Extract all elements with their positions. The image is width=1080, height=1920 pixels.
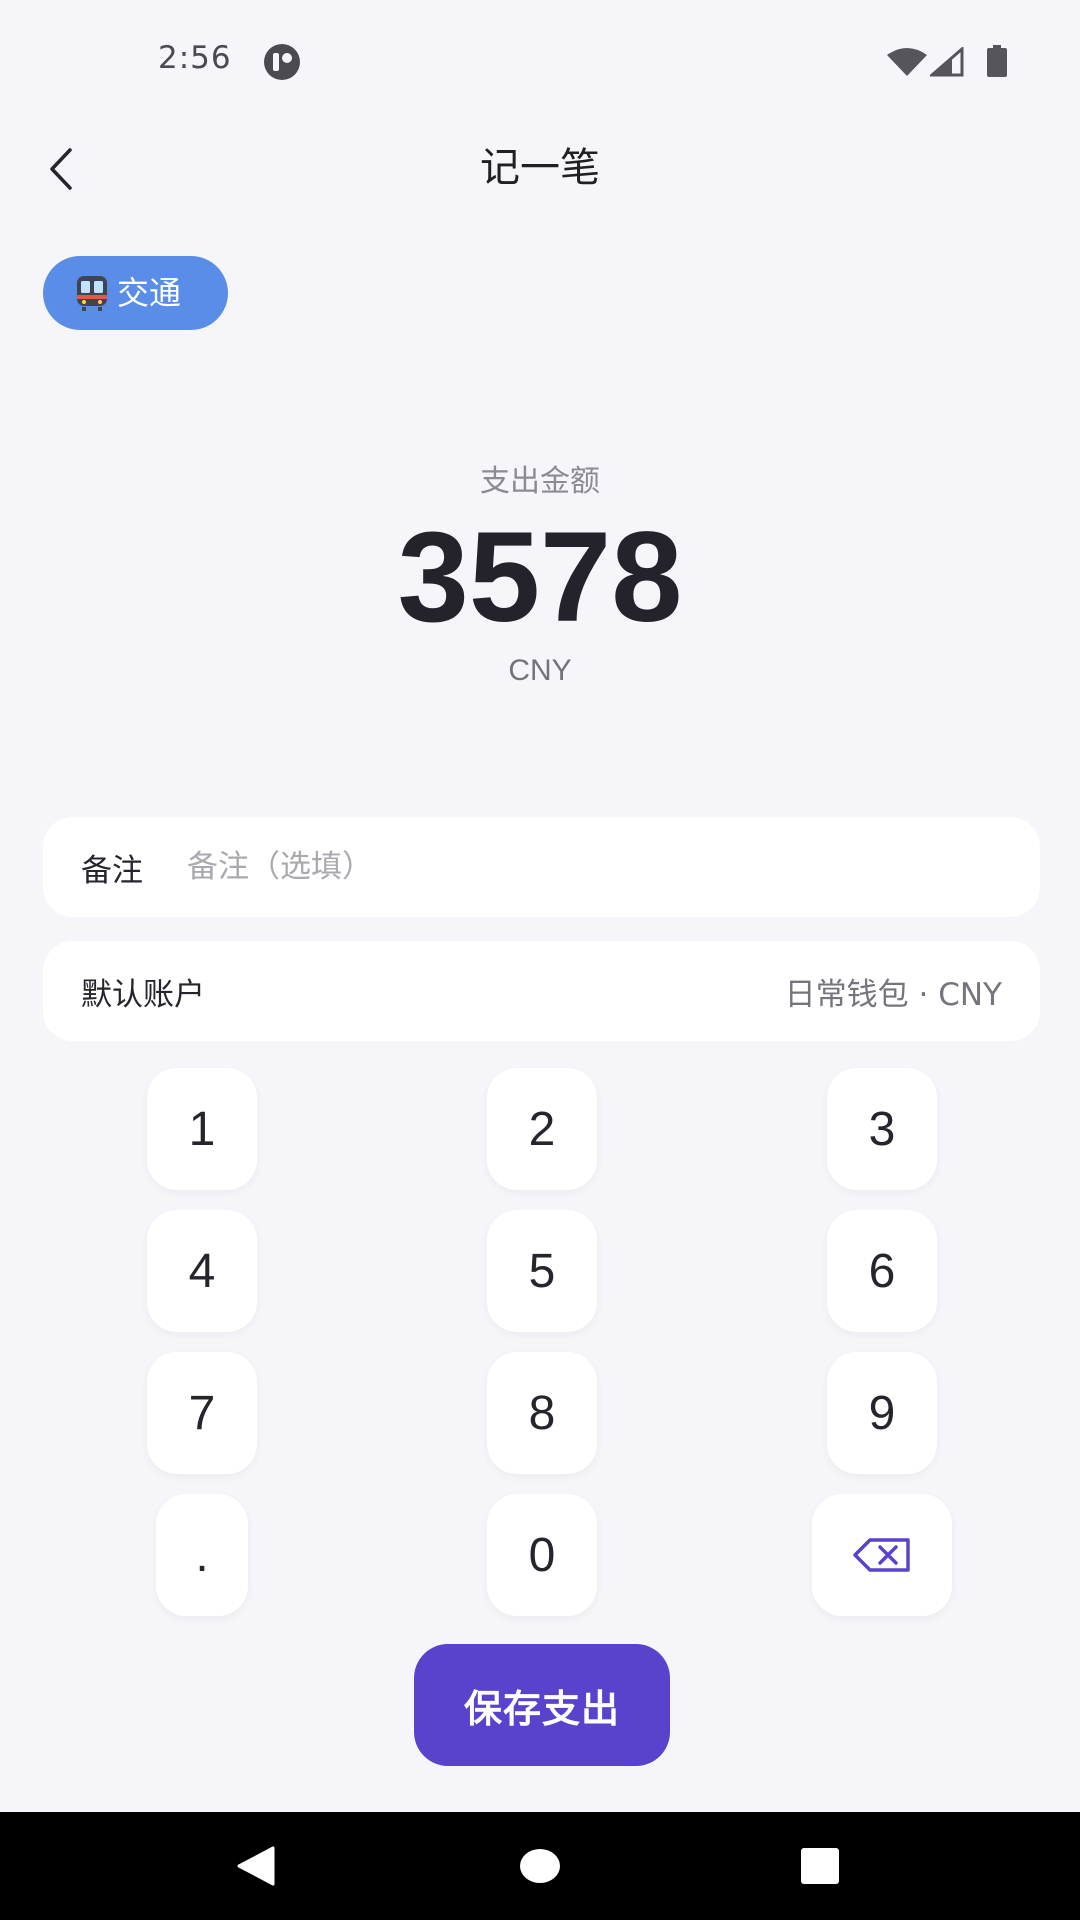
nav-recents-button[interactable] — [760, 1812, 880, 1920]
square-recents-icon — [801, 1848, 839, 1884]
battery-icon — [987, 45, 1007, 77]
signal-icon — [930, 47, 964, 77]
metro-train-icon — [73, 274, 111, 312]
key-2[interactable]: 2 — [487, 1068, 597, 1190]
key-6[interactable]: 6 — [827, 1210, 937, 1332]
note-label: 备注 — [81, 852, 143, 889]
nav-back-button[interactable] — [195, 1812, 315, 1920]
notification-app-icon — [264, 44, 300, 80]
amount-value: 3578 — [397, 506, 683, 649]
account-label: 默认账户 — [81, 976, 205, 1013]
amount-label: 支出金额 — [480, 464, 600, 499]
status-time: 2:56 — [158, 40, 232, 76]
note-card: 备注 — [43, 817, 1040, 917]
category-label: 交通 — [117, 274, 182, 312]
key-decimal[interactable]: . — [156, 1494, 248, 1616]
amount-currency: CNY — [508, 654, 572, 687]
key-7[interactable]: 7 — [147, 1352, 257, 1474]
triangle-back-icon — [237, 1846, 275, 1886]
key-5[interactable]: 5 — [487, 1210, 597, 1332]
backspace-button[interactable] — [812, 1494, 952, 1616]
key-3[interactable]: 3 — [827, 1068, 937, 1190]
save-expense-button[interactable]: 保存支出 — [414, 1644, 670, 1766]
key-4[interactable]: 4 — [147, 1210, 257, 1332]
key-8[interactable]: 8 — [487, 1352, 597, 1474]
backspace-icon — [853, 1538, 910, 1572]
account-value: 日常钱包 · CNY — [784, 976, 1002, 1013]
category-chip[interactable]: 交通 — [43, 256, 228, 330]
nav-home-button[interactable] — [480, 1812, 600, 1920]
account-selector[interactable]: 默认账户 日常钱包 · CNY — [43, 941, 1040, 1041]
circle-home-icon — [520, 1849, 560, 1883]
key-1[interactable]: 1 — [147, 1068, 257, 1190]
key-0[interactable]: 0 — [487, 1494, 597, 1616]
system-nav-bar — [0, 1812, 1080, 1920]
note-input[interactable] — [187, 849, 967, 885]
wifi-icon — [887, 48, 927, 76]
key-9[interactable]: 9 — [827, 1352, 937, 1474]
page-title: 记一笔 — [480, 145, 600, 191]
status-bar: 2:56 — [0, 0, 1080, 124]
